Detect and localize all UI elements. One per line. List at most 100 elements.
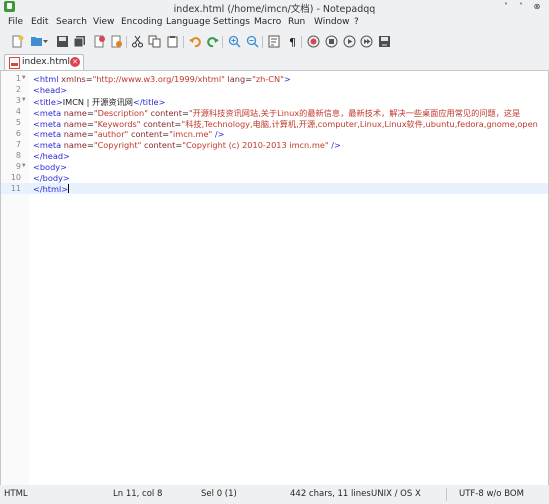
toolbar-separator — [262, 36, 263, 48]
tag: </head> — [33, 151, 70, 161]
current-code-line: 11 </html> — [1, 183, 548, 194]
code-line: 5 <meta name="Keywords" content="科技,Tech… — [1, 117, 548, 129]
macro-run-multiple-icon[interactable] — [360, 35, 373, 48]
line-number: 7 — [15, 140, 21, 149]
menu-settings[interactable]: Settings — [213, 17, 250, 27]
line-number: 8 — [15, 151, 21, 160]
status-separator — [446, 488, 447, 501]
status-eol-format[interactable]: UNIX / OS X — [371, 489, 421, 499]
line-number: 6 — [15, 129, 21, 138]
code-line: 3 ▼ <title>IMCN | 开源资讯网</title> — [1, 95, 548, 107]
code-line: 2 <head> — [1, 84, 548, 95]
equals: = — [86, 140, 94, 150]
attr-name: name — [63, 129, 87, 139]
code-line: 1 ▼ <html xmlns="http://www.w3.org/1999/… — [1, 73, 548, 84]
attr-value: "Copyright" — [93, 140, 142, 150]
attr-value: "http://www.w3.org/1999/xhtml" — [92, 74, 225, 84]
macro-save-icon[interactable] — [378, 35, 391, 48]
paste-icon[interactable] — [166, 35, 179, 48]
toolbar-separator — [126, 36, 127, 48]
tag: <html — [33, 74, 62, 84]
menu-edit[interactable]: Edit — [31, 17, 48, 27]
fold-marker-icon[interactable]: ▼ — [22, 96, 26, 103]
tab-index-html[interactable]: index.html ✕ — [4, 54, 84, 70]
html-file-icon — [9, 57, 20, 69]
line-number: 5 — [15, 118, 21, 127]
save-icon[interactable] — [56, 35, 69, 48]
status-selection: Sel 0 (1) — [201, 489, 237, 499]
close-all-icon[interactable] — [110, 35, 123, 48]
line-number: 2 — [15, 85, 21, 94]
fold-marker-icon[interactable]: ▼ — [22, 162, 26, 169]
code-line: 7 <meta name="Copyright" content="Copyri… — [1, 139, 548, 150]
close-window-button[interactable]: ⊗ — [532, 2, 542, 12]
line-number: 11 — [10, 184, 21, 193]
code-text: <html xmlns="http://www.w3.org/1999/xhtm… — [33, 74, 291, 84]
code-text: <head> — [33, 85, 67, 95]
tag: <meta — [33, 129, 64, 139]
line-number: 3 — [15, 96, 21, 105]
menu-window[interactable]: Window — [314, 17, 350, 27]
attr-value: "Copyright (c) 2010-2013 imcn.me" — [182, 140, 329, 150]
new-file-icon[interactable] — [11, 35, 24, 48]
code-text: <body> — [33, 162, 67, 172]
macro-play-icon[interactable] — [343, 35, 356, 48]
redo-icon[interactable] — [206, 35, 219, 48]
menu-bar: File Edit Search View Encoding Language … — [0, 15, 549, 30]
code-text: <meta name="Copyright" content="Copyrigh… — [33, 140, 341, 150]
code-editor[interactable]: 1 ▼ <html xmlns="http://www.w3.org/1999/… — [0, 70, 549, 486]
window-title: index.html (/home/imcn/文档) - Notepadqq — [173, 4, 376, 15]
tab-bar: index.html ✕ — [0, 53, 549, 70]
toolbar: ¶ — [0, 31, 549, 53]
copy-icon[interactable] — [148, 35, 161, 48]
show-all-chars-icon[interactable]: ¶ — [286, 35, 299, 48]
open-dropdown-icon[interactable] — [42, 35, 49, 48]
cut-icon[interactable] — [131, 35, 144, 48]
zoom-in-icon[interactable] — [228, 35, 241, 48]
tag: <head> — [33, 85, 68, 95]
equals: = — [86, 129, 94, 139]
tab-label: index.html — [22, 57, 70, 67]
fold-marker-icon[interactable]: ▼ — [22, 74, 26, 81]
menu-help[interactable]: ? — [354, 17, 359, 27]
maximize-button[interactable]: ˄ — [516, 2, 526, 12]
svg-text:¶: ¶ — [289, 36, 296, 48]
menu-language[interactable]: Language — [166, 17, 210, 27]
tab-close-icon[interactable]: ✕ — [70, 57, 80, 67]
line-number: 10 — [10, 173, 21, 182]
toolbar-separator — [183, 36, 184, 48]
macro-record-icon[interactable] — [307, 35, 320, 48]
menu-search[interactable]: Search — [56, 17, 87, 27]
code-text: <meta name="author" content="imcn.me" /> — [33, 129, 225, 139]
attr-name: content — [130, 129, 163, 139]
code-line: 6 <meta name="author" content="imcn.me" … — [1, 128, 548, 139]
close-file-icon[interactable] — [93, 35, 106, 48]
minimize-button[interactable]: ˅ — [501, 2, 511, 12]
attr-value: "imcn.me" — [169, 129, 213, 139]
line-number: 4 — [15, 107, 21, 116]
macro-stop-icon[interactable] — [325, 35, 338, 48]
code-line: 4 <meta name="Description" content="开源科技… — [1, 106, 548, 118]
attr-name: content — [143, 140, 176, 150]
line-number: 9 — [15, 162, 21, 171]
word-wrap-icon[interactable] — [268, 35, 281, 48]
zoom-out-icon[interactable] — [246, 35, 259, 48]
attr-name: lang — [227, 74, 246, 84]
title-bar: index.html (/home/imcn/文档) - Notepadqq ˅… — [0, 0, 549, 15]
status-cursor-position: Ln 11, col 8 — [113, 489, 163, 499]
menu-encoding[interactable]: Encoding — [121, 17, 162, 27]
tag: /> — [328, 140, 341, 150]
status-language[interactable]: HTML — [4, 489, 28, 499]
status-encoding[interactable]: UTF-8 w/o BOM — [459, 489, 524, 499]
tag: <body> — [33, 162, 67, 172]
menu-run[interactable]: Run — [288, 17, 305, 27]
save-all-icon[interactable] — [73, 35, 86, 48]
menu-macro[interactable]: Macro — [254, 17, 281, 27]
menu-file[interactable]: File — [8, 17, 23, 27]
menu-view[interactable]: View — [93, 17, 114, 27]
undo-icon[interactable] — [189, 35, 202, 48]
equals: = — [85, 74, 93, 84]
toolbar-separator — [301, 36, 302, 48]
attr-value: "author" — [93, 129, 129, 139]
text-caret — [68, 184, 70, 193]
